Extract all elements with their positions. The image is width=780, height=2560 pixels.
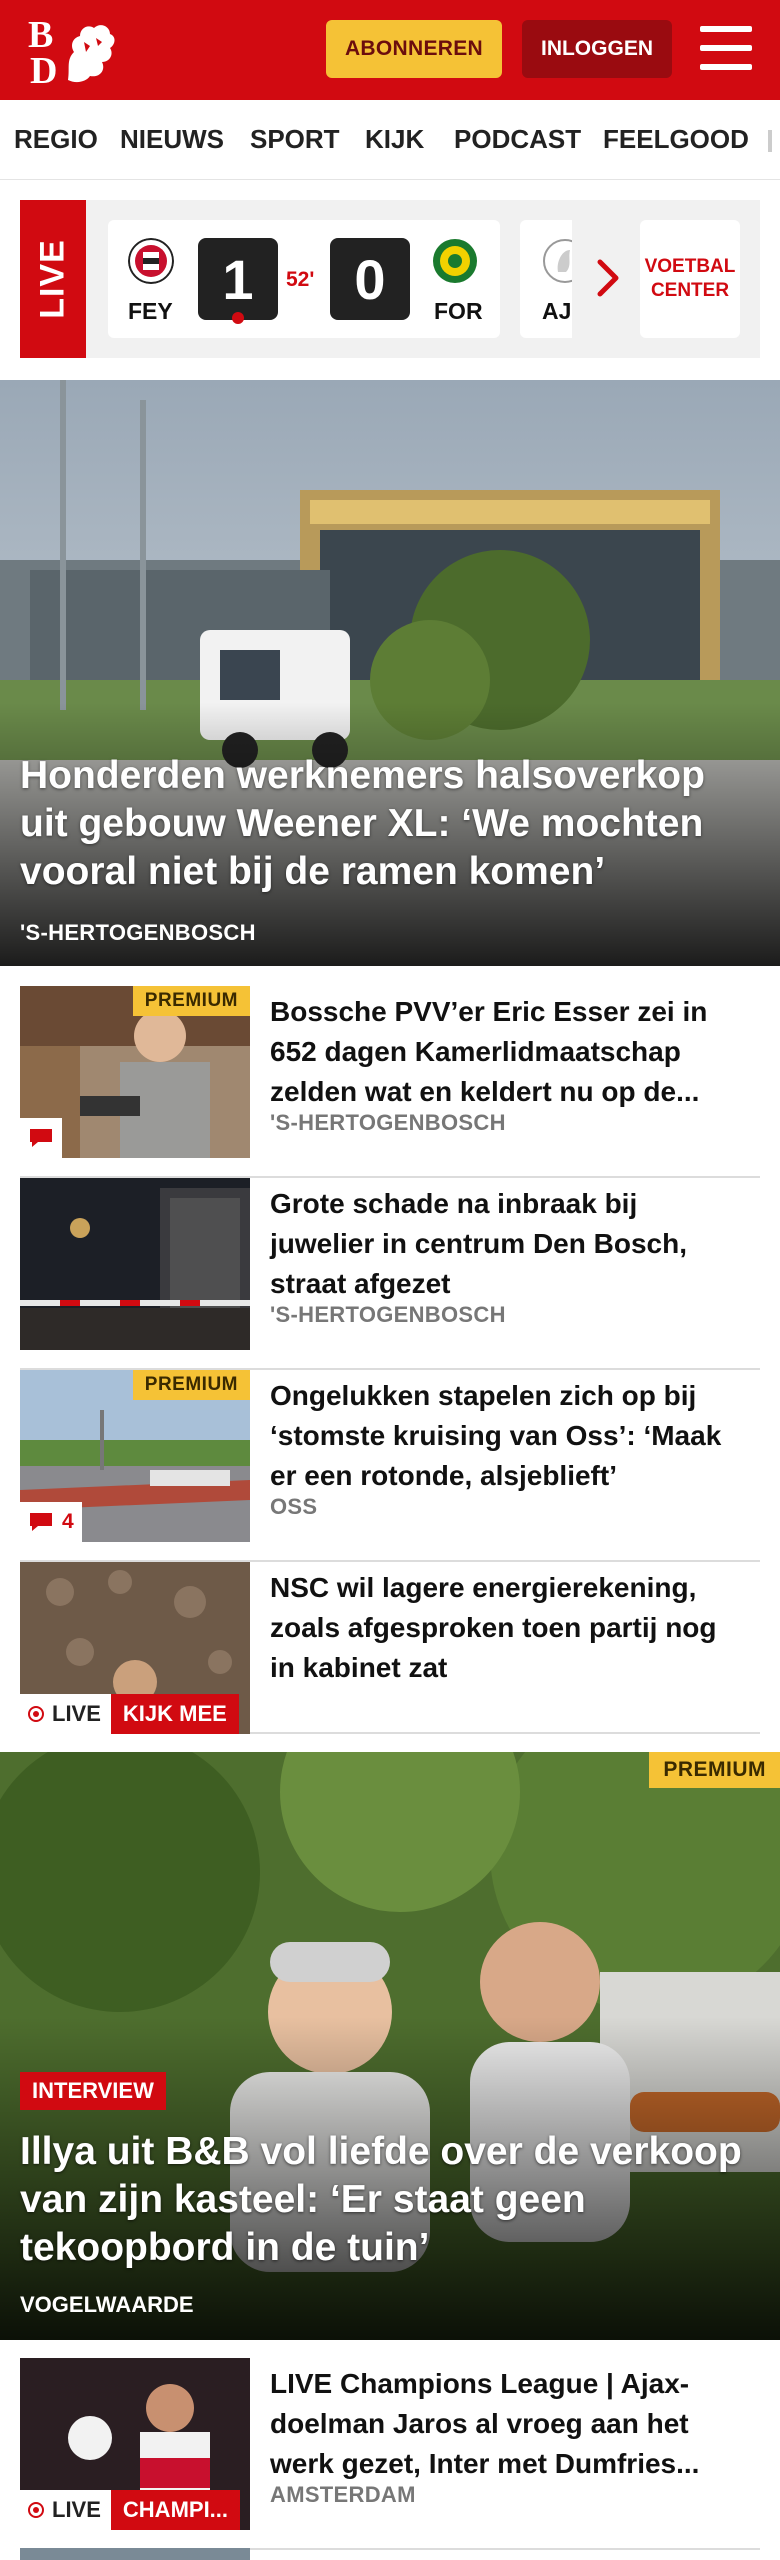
article-location-5: AMSTERDAM xyxy=(270,2482,416,2507)
hero-title: Honderden werknemers halsoverkop uit geb… xyxy=(20,754,705,893)
hero-article[interactable]: Honderden werknemers halsoverkop uit geb… xyxy=(0,380,780,966)
live-label-5: LIVE xyxy=(52,2497,101,2522)
article-thumbnail-3: PREMIUM 4 xyxy=(20,1370,250,1542)
nav-item-podcast[interactable]: PODCAST xyxy=(454,124,581,155)
next-match-card[interactable]: AJ xyxy=(520,220,572,338)
nav-item-kijk[interactable]: KIJK xyxy=(365,124,424,155)
fortuna-logo-icon xyxy=(433,239,477,283)
live-badge-4[interactable]: LIVE KIJK MEE xyxy=(20,1694,239,1734)
article-title-1: Bossche PVV’er Eric Esser zei in 652 dag… xyxy=(270,996,708,1107)
feyenoord-logo-icon xyxy=(128,238,174,284)
subscribe-button[interactable]: ABONNEREN xyxy=(326,20,502,78)
home-team-code: FEY xyxy=(128,298,173,324)
away-score: 0 xyxy=(330,238,410,320)
article-thumbnail-4: LIVE KIJK MEE xyxy=(20,1562,250,1734)
live-tag: LIVE xyxy=(20,200,86,358)
live-dot-icon xyxy=(28,2502,44,2518)
home-score: 1 xyxy=(198,238,278,320)
live-dot-icon xyxy=(28,1706,44,1722)
premium-badge-1: PREMIUM xyxy=(132,986,250,1016)
article-card-2[interactable]: Grote schade na inbraak bij juwelier in … xyxy=(20,1178,760,1370)
next-article-peek xyxy=(20,2548,250,2560)
champions-league-label: CHAMPI... xyxy=(110,2490,241,2530)
article-thumbnail-1: PREMIUM xyxy=(20,986,250,1158)
bd-logo[interactable]: B D xyxy=(24,14,124,92)
live-score-strip: LIVE FEY 1 52' 0 FOR AJ VOETBAL CENTER xyxy=(20,200,760,358)
article-card-3[interactable]: PREMIUM 4 Ongelukken stapelen zich op bi… xyxy=(20,1370,760,1562)
comment-badge-3[interactable]: 4 xyxy=(20,1502,82,1542)
article-title-3: Ongelukken stapelen zich op bij ‘stomste… xyxy=(270,1380,722,1491)
next-team-code: AJ xyxy=(542,298,572,324)
article-thumbnail-2 xyxy=(20,1178,250,1350)
feature-article[interactable]: PREMIUM INTERVIEW Illya uit B&B vol lief… xyxy=(0,1752,780,2340)
comment-badge-1[interactable] xyxy=(20,1118,62,1158)
article-card-5[interactable]: LIVE CHAMPI... LIVE Champions League | A… xyxy=(20,2358,760,2550)
interview-tag: INTERVIEW xyxy=(20,2072,166,2110)
comment-count-3: 4 xyxy=(62,1510,74,1533)
nav-overflow-hint xyxy=(768,130,772,152)
logo-letter-b: B xyxy=(28,14,54,56)
article-location-1: 'S-HERTOGENBOSCH xyxy=(270,1110,506,1135)
article-thumbnail-5: LIVE CHAMPI... xyxy=(20,2358,250,2530)
article-title-4: NSC wil lagere energierekening, zoals af… xyxy=(270,1572,717,1683)
hamburger-icon[interactable] xyxy=(700,26,752,70)
comment-icon xyxy=(30,1129,52,1147)
section-nav: REGIO NIEUWS SPORT KIJK PODCAST FEELGOOD xyxy=(0,100,780,180)
dragon-emblem-icon xyxy=(68,25,115,83)
live-tag-label: LIVE xyxy=(33,239,72,319)
live-badge-5[interactable]: LIVE CHAMPI... xyxy=(20,2490,241,2530)
article-title-5: LIVE Champions League | Ajax-doelman Jar… xyxy=(270,2368,700,2479)
premium-badge-feature: PREMIUM xyxy=(649,1752,780,1788)
nav-item-sport[interactable]: SPORT xyxy=(250,124,340,155)
voetbal-center-link[interactable]: VOETBAL CENTER xyxy=(640,220,740,338)
article-photo-2 xyxy=(20,1178,250,1350)
feature-location: VOGELWAARDE xyxy=(20,2292,194,2317)
logo-letter-d: D xyxy=(30,50,58,92)
watch-along-label: KIJK MEE xyxy=(110,1694,239,1734)
match-minute: 52' xyxy=(286,268,315,291)
nav-item-feelgood[interactable]: FEELGOOD xyxy=(603,124,749,155)
nav-item-regio[interactable]: REGIO xyxy=(14,124,98,155)
article-card-1[interactable]: PREMIUM Bossche PVV’er Eric Esser zei in… xyxy=(20,986,760,1178)
chevron-right-icon[interactable] xyxy=(594,258,622,298)
away-team-code: FOR xyxy=(434,298,483,324)
match-card[interactable]: FEY 1 52' 0 FOR xyxy=(108,220,500,338)
article-title-2: Grote schade na inbraak bij juwelier in … xyxy=(270,1188,687,1299)
feature-title: Illya uit B&B vol liefde over de verkoop… xyxy=(20,2130,742,2269)
premium-badge-3: PREMIUM xyxy=(132,1370,250,1400)
ajax-logo-icon xyxy=(543,239,572,283)
live-label-4: LIVE xyxy=(52,1701,101,1726)
goal-indicator-dot xyxy=(232,312,244,324)
top-bar: B D ABONNEREN INLOGGEN xyxy=(0,0,780,100)
article-location-3: OSS xyxy=(270,1494,318,1519)
article-card-4[interactable]: LIVE KIJK MEE NSC wil lagere energiereke… xyxy=(20,1562,760,1734)
nav-item-nieuws[interactable]: NIEUWS xyxy=(120,124,224,155)
comment-icon xyxy=(30,1513,52,1531)
login-button[interactable]: INLOGGEN xyxy=(522,20,672,78)
hero-location: 'S-HERTOGENBOSCH xyxy=(20,920,256,945)
article-location-2: 'S-HERTOGENBOSCH xyxy=(270,1302,506,1327)
